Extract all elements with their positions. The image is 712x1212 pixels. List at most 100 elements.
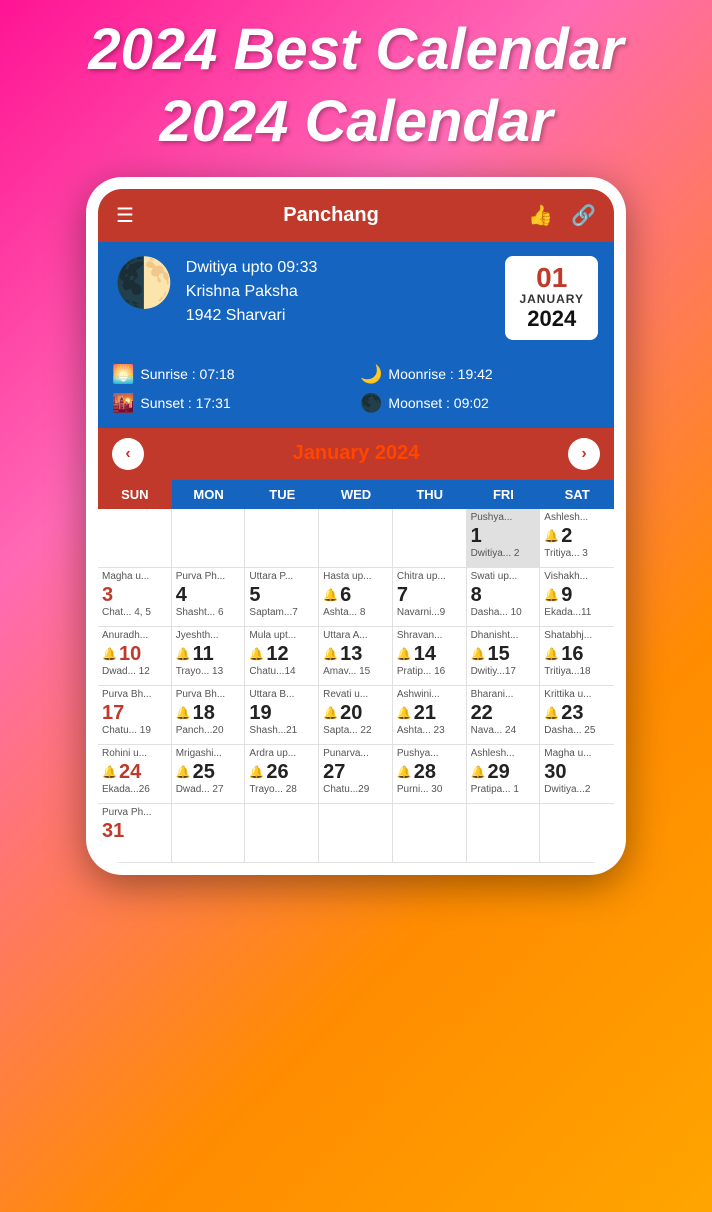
calendar-cell[interactable]: Mula upt...🔔12Chatu...14 [245, 627, 319, 685]
cell-tithi: Dasha... 10 [471, 607, 536, 619]
cell-nakshatra: Punarva... [323, 748, 388, 760]
calendar-cell[interactable]: Vishakh...🔔9Ekada...11 [540, 568, 614, 626]
calendar-cell[interactable] [245, 804, 319, 862]
cell-nakshatra: Ashlesh... [471, 748, 536, 760]
month-label: January [293, 442, 370, 464]
prev-month-button[interactable]: ‹ [112, 438, 144, 470]
calendar-row: Purva Ph...31 [98, 804, 614, 863]
cell-date-number: 10 [119, 642, 141, 666]
calendar-cell[interactable]: Purva Ph...4Shasht... 6 [172, 568, 246, 626]
like-icon[interactable]: 👍 [528, 203, 553, 228]
cell-tithi: Shasht... 6 [176, 607, 241, 619]
cell-tithi: Saptam...7 [249, 607, 314, 619]
special-icon: 🔔 [249, 647, 264, 661]
calendar-cell[interactable]: Ashlesh...🔔2Tritiya... 3 [540, 509, 614, 567]
calendar-cell[interactable] [319, 804, 393, 862]
cell-nakshatra: Krittika u... [544, 689, 610, 701]
calendar-cell[interactable]: Chitra up...7Navarni...9 [393, 568, 467, 626]
timings-card: 🌅 Sunrise : 07:18 🌙 Moonrise : 19:42 🌇 S… [98, 354, 614, 428]
calendar-cell[interactable]: Pushya...1Dwitiya... 2 [467, 509, 541, 567]
calendar-cell[interactable] [393, 804, 467, 862]
special-icon: 🔔 [397, 647, 412, 661]
cell-date-number: 18 [193, 701, 215, 725]
calendar-row: Magha u...3Chat... 4, 5Purva Ph...4Shash… [98, 568, 614, 627]
cell-tithi: Chatu... 19 [102, 725, 167, 737]
app-bar: ☰ Panchang 👍 🔗 [98, 189, 614, 242]
calendar-cell[interactable]: Uttara B...19Shash...21 [245, 686, 319, 744]
cell-date-number: 16 [561, 642, 583, 666]
cell-date-number: 28 [414, 760, 436, 784]
cell-date-number: 21 [414, 701, 436, 725]
share-icon[interactable]: 🔗 [571, 203, 596, 228]
calendar-cell[interactable]: Pushya...🔔28Purni... 30 [393, 745, 467, 803]
cell-tithi: Sapta... 22 [323, 725, 388, 737]
calendar-cell[interactable] [393, 509, 467, 567]
cell-date-number: 13 [340, 642, 362, 666]
calendar-cell[interactable] [540, 804, 614, 862]
cell-nakshatra: Rohini u... [102, 748, 167, 760]
cell-date-number: 5 [249, 583, 260, 607]
cell-date-number: 9 [561, 583, 572, 607]
calendar-cell[interactable]: Mrigashi...🔔25Dwad... 27 [172, 745, 246, 803]
calendar-cell[interactable] [319, 509, 393, 567]
phone-frame: ☰ Panchang 👍 🔗 🌓 Dwitiya upto 09:33 Kris… [86, 177, 626, 875]
cell-date-number: 15 [488, 642, 510, 666]
app-bar-actions: 👍 🔗 [528, 203, 596, 228]
calendar-cell[interactable]: Ardra up...🔔26Trayo... 28 [245, 745, 319, 803]
calendar-cell[interactable]: Ashlesh...🔔29Pratipa... 1 [467, 745, 541, 803]
day-header-thu: THU [393, 480, 467, 509]
calendar-nav: ‹ January 2024 › [98, 428, 614, 480]
calendar-cell[interactable]: Jyeshth...🔔11Trayo... 13 [172, 627, 246, 685]
cell-nakshatra: Purva Bh... [176, 689, 241, 701]
calendar-cell[interactable]: Shatabhj...🔔16Tritiya...18 [540, 627, 614, 685]
cell-tithi: Dasha... 25 [544, 725, 610, 737]
special-icon: 🔔 [176, 706, 191, 720]
calendar-cell[interactable]: Revati u...🔔20Sapta... 22 [319, 686, 393, 744]
calendar-row: Pushya...1Dwitiya... 2Ashlesh...🔔2Tritiy… [98, 509, 614, 568]
cell-tithi: Pratipa... 1 [471, 784, 536, 796]
calendar-cell[interactable] [172, 509, 246, 567]
calendar-cell[interactable]: Uttara P...5Saptam...7 [245, 568, 319, 626]
calendar-cell[interactable]: Bharani...22Nava... 24 [467, 686, 541, 744]
cell-nakshatra: Uttara P... [249, 571, 314, 583]
phone-inner: ☰ Panchang 👍 🔗 🌓 Dwitiya upto 09:33 Kris… [98, 189, 614, 863]
cell-date-number: 19 [249, 701, 271, 725]
calendar-row: Purva Bh...17Chatu... 19Purva Bh...🔔18Pa… [98, 686, 614, 745]
calendar-cell[interactable]: Shravan...🔔14Pratip... 16 [393, 627, 467, 685]
calendar-cell[interactable]: Hasta up...🔔6Ashta... 8 [319, 568, 393, 626]
day-header-sun: SUN [98, 480, 172, 509]
calendar-cell[interactable]: Ashwini...🔔21Ashta... 23 [393, 686, 467, 744]
special-icon: 🔔 [471, 765, 486, 779]
calendar-cell[interactable]: Purva Bh...17Chatu... 19 [98, 686, 172, 744]
calendar-cell[interactable]: Punarva...27Chatu...29 [319, 745, 393, 803]
day-headers: SUN MON TUE WED THU FRI SAT [98, 480, 614, 509]
cell-date-number: 14 [414, 642, 436, 666]
app-title: Panchang [283, 204, 379, 227]
calendar-cell[interactable]: Dhanisht...🔔15Dwitiy...17 [467, 627, 541, 685]
calendar-cell[interactable] [245, 509, 319, 567]
cell-nakshatra: Vishakh... [544, 571, 610, 583]
special-icon: 🔔 [544, 647, 559, 661]
calendar-cell[interactable]: Magha u...3Chat... 4, 5 [98, 568, 172, 626]
moonrise-item: 🌙 Moonrise : 19:42 [360, 364, 600, 385]
calendar-cell[interactable] [172, 804, 246, 862]
calendar-cell[interactable] [98, 509, 172, 567]
cell-nakshatra: Jyeshth... [176, 630, 241, 642]
cell-nakshatra: Bharani... [471, 689, 536, 701]
calendar-cell[interactable]: Rohini u...🔔24Ekada...26 [98, 745, 172, 803]
special-icon: 🔔 [397, 706, 412, 720]
calendar-cell[interactable]: Magha u...30Dwitiya...2 [540, 745, 614, 803]
calendar-cell[interactable]: Swati up...8Dasha... 10 [467, 568, 541, 626]
next-month-button[interactable]: › [568, 438, 600, 470]
calendar-cell[interactable]: Purva Bh...🔔18Panch...20 [172, 686, 246, 744]
calendar-cell[interactable]: Purva Ph...31 [98, 804, 172, 862]
calendar-cell[interactable]: Krittika u...🔔23Dasha... 25 [540, 686, 614, 744]
sunrise-icon: 🌅 [112, 364, 134, 385]
calendar-cell[interactable]: Anuradh...🔔10Dwad... 12 [98, 627, 172, 685]
menu-icon[interactable]: ☰ [116, 203, 134, 228]
cell-tithi: Nava... 24 [471, 725, 536, 737]
cell-nakshatra: Purva Ph... [102, 807, 167, 819]
calendar-cell[interactable]: Uttara A...🔔13Amav... 15 [319, 627, 393, 685]
cell-tithi: Chatu...14 [249, 666, 314, 678]
calendar-cell[interactable] [467, 804, 541, 862]
